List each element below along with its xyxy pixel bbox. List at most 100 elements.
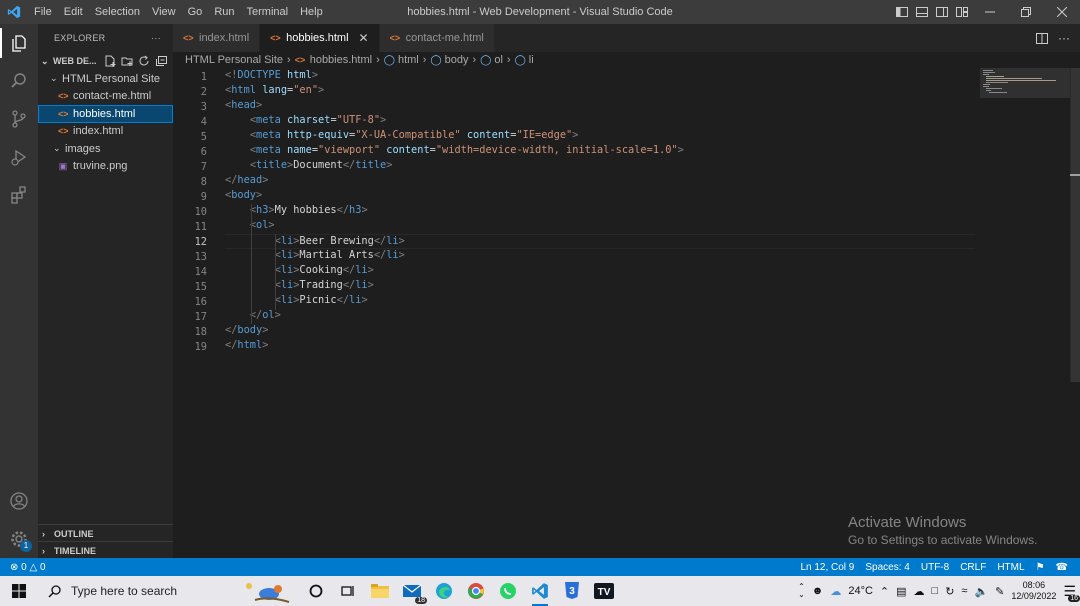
close-window-icon[interactable] bbox=[1044, 0, 1080, 24]
new-folder-icon[interactable] bbox=[121, 55, 133, 67]
weather-temp[interactable]: 24°C bbox=[848, 585, 873, 597]
breadcrumb-ol[interactable]: ol bbox=[494, 54, 503, 66]
menu-edit[interactable]: Edit bbox=[58, 0, 89, 24]
element-icon: ◯ bbox=[383, 54, 395, 66]
breadcrumb-folder[interactable]: HTML Personal Site bbox=[185, 54, 283, 66]
bird-widget-icon[interactable] bbox=[238, 576, 300, 606]
clock[interactable]: 08:06 12/09/2022 bbox=[1011, 580, 1056, 602]
accounts-icon[interactable] bbox=[0, 482, 38, 520]
tray-app-icon[interactable]: ▤ bbox=[896, 585, 906, 598]
menu-selection[interactable]: Selection bbox=[89, 0, 146, 24]
toggle-sidebar-icon[interactable] bbox=[892, 0, 912, 24]
file-truvine[interactable]: ▣ truvine.png bbox=[38, 158, 173, 176]
customize-layout-icon[interactable] bbox=[952, 0, 972, 24]
code-line: 3 <head> bbox=[173, 99, 973, 114]
menu-file[interactable]: File bbox=[28, 0, 58, 24]
folder-label: images bbox=[65, 142, 101, 155]
end-of-line[interactable]: CRLF bbox=[960, 562, 986, 573]
outline-label: OUTLINE bbox=[54, 528, 94, 539]
line-number: 9 bbox=[200, 190, 207, 203]
outline-section[interactable]: › OUTLINE bbox=[38, 524, 173, 542]
timeline-section[interactable]: › TIMELINE bbox=[38, 541, 173, 559]
breadcrumb-body[interactable]: body bbox=[445, 54, 469, 66]
more-actions-icon[interactable]: ··· bbox=[1058, 31, 1070, 45]
close-tab-icon[interactable]: ✕ bbox=[359, 31, 369, 45]
feedback-icon[interactable]: ⚑ bbox=[1036, 562, 1045, 573]
file-index[interactable]: <> index.html bbox=[38, 123, 173, 141]
notifications-bell-icon[interactable]: ☎ bbox=[1056, 562, 1068, 573]
problems-status[interactable]: ⊗ 0 △ 0 bbox=[10, 562, 46, 573]
edge-icon[interactable] bbox=[428, 576, 460, 606]
cursor-position[interactable]: Ln 12, Col 9 bbox=[800, 562, 854, 573]
activity-bar: 1 bbox=[0, 24, 38, 558]
css3-icon[interactable]: 3 bbox=[556, 576, 588, 606]
folder-html-personal-site[interactable]: ⌄ HTML Personal Site bbox=[38, 70, 173, 88]
code-line-current: 12 <li>Beer Brewing</li> bbox=[173, 234, 975, 249]
pen-icon[interactable]: ✎ bbox=[995, 585, 1004, 598]
line-content: <li>Picnic</li> bbox=[274, 294, 368, 306]
meet-now-icon[interactable]: □ bbox=[932, 585, 939, 597]
breadcrumb-li[interactable]: li bbox=[529, 54, 534, 66]
new-file-icon[interactable] bbox=[104, 55, 116, 67]
search-icon[interactable] bbox=[0, 62, 38, 100]
workspace-header[interactable]: ⌄ WEB DE... bbox=[38, 52, 173, 70]
split-editor-icon[interactable] bbox=[1036, 32, 1048, 44]
language-mode[interactable]: HTML bbox=[997, 562, 1024, 573]
collapse-all-icon[interactable] bbox=[155, 55, 167, 67]
show-hidden-icons-icon[interactable]: ⌃ bbox=[880, 585, 889, 598]
taskbar-search[interactable]: Type here to search bbox=[38, 576, 238, 606]
windows-start-icon[interactable] bbox=[0, 576, 38, 606]
file-explorer-icon[interactable] bbox=[364, 576, 396, 606]
cortana-icon[interactable] bbox=[300, 576, 332, 606]
weather-icon[interactable]: ☁ bbox=[830, 585, 841, 598]
folder-images[interactable]: ⌄ images bbox=[38, 140, 173, 158]
chevron-right-icon: › bbox=[422, 54, 427, 66]
whatsapp-icon[interactable] bbox=[492, 576, 524, 606]
vertical-scrollbar[interactable] bbox=[1070, 68, 1080, 382]
tradingview-icon[interactable]: TV bbox=[588, 576, 620, 606]
error-icon: ⊗ bbox=[10, 561, 19, 573]
breadcrumb-html[interactable]: html bbox=[398, 54, 419, 66]
notification-center-icon[interactable]: ☰ 16 bbox=[1063, 583, 1080, 602]
extensions-icon[interactable] bbox=[0, 176, 38, 214]
indentation[interactable]: Spaces: 4 bbox=[865, 562, 909, 573]
wifi-icon[interactable]: ≈ bbox=[961, 585, 967, 597]
volume-icon[interactable]: 🔈 bbox=[974, 585, 988, 598]
tab-contact-me[interactable]: <> contact-me.html bbox=[379, 24, 495, 52]
explorer-more-button[interactable]: ··· bbox=[151, 33, 161, 43]
restore-icon[interactable] bbox=[1008, 0, 1044, 24]
minimap[interactable] bbox=[980, 68, 1070, 98]
people-icon[interactable]: ☻ bbox=[812, 585, 824, 597]
code-line: 5 <meta http-equiv="X-UA-Compatible" con… bbox=[173, 129, 973, 144]
manage-gear-icon[interactable]: 1 bbox=[0, 520, 38, 558]
toggle-panel-icon[interactable] bbox=[912, 0, 932, 24]
tray-scroll-icon[interactable]: ⌃ ⌄ bbox=[798, 583, 805, 599]
run-debug-icon[interactable] bbox=[0, 138, 38, 176]
onedrive-icon[interactable]: ☁ bbox=[914, 585, 925, 598]
menu-go[interactable]: Go bbox=[182, 0, 209, 24]
file-contact-me[interactable]: <> contact-me.html bbox=[38, 88, 173, 106]
source-control-icon[interactable] bbox=[0, 100, 38, 138]
task-view-icon[interactable] bbox=[332, 576, 364, 606]
refresh-icon[interactable] bbox=[138, 55, 150, 67]
vscode-taskbar-icon[interactable] bbox=[524, 576, 556, 606]
menu-help[interactable]: Help bbox=[294, 0, 329, 24]
menu-terminal[interactable]: Terminal bbox=[241, 0, 295, 24]
breadcrumb-file[interactable]: hobbies.html bbox=[310, 54, 372, 66]
mail-badge: 18 bbox=[415, 597, 427, 604]
mail-icon[interactable]: 18 bbox=[396, 576, 428, 606]
code-line: 13 <li>Martial Arts</li> bbox=[173, 249, 973, 264]
chrome-icon[interactable] bbox=[460, 576, 492, 606]
explorer-icon[interactable] bbox=[0, 24, 38, 62]
tab-hobbies[interactable]: <> hobbies.html ✕ bbox=[260, 24, 380, 52]
toggle-secondary-sidebar-icon[interactable] bbox=[932, 0, 952, 24]
file-hobbies[interactable]: <> hobbies.html bbox=[38, 105, 173, 123]
code-editor[interactable]: 1 <!DOCTYPE html> 2 <html lang="en"> 3 <hea… bbox=[173, 68, 1080, 558]
search-placeholder: Type here to search bbox=[71, 584, 178, 598]
tray-sync-icon[interactable]: ↻ bbox=[945, 585, 954, 598]
minimize-icon[interactable] bbox=[972, 0, 1008, 24]
encoding[interactable]: UTF-8 bbox=[921, 562, 949, 573]
tab-index[interactable]: <> index.html bbox=[173, 24, 261, 52]
menu-view[interactable]: View bbox=[146, 0, 182, 24]
menu-run[interactable]: Run bbox=[208, 0, 240, 24]
